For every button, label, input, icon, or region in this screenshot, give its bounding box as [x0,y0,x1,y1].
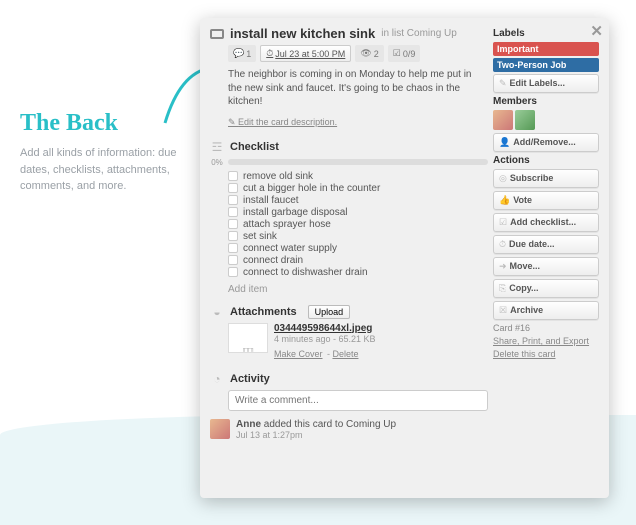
person-icon: 👤 [499,137,510,147]
card-title[interactable]: install new kitchen sink [230,26,375,41]
progress-bar [228,159,488,165]
attachment-icon: ◒ [210,305,224,319]
add-remove-members-button[interactable]: 👤Add/Remove... [493,133,599,152]
checklist-item-text: remove old sink [243,171,313,182]
comment-input[interactable] [228,390,488,411]
action-icon: ➜ [499,261,507,271]
actions-heading: Actions [493,155,599,166]
action-icon: 👍 [499,195,510,205]
checklist-item[interactable]: connect water supply [228,243,488,254]
due-date-badge[interactable]: ⏱ Jul 23 at 5:00 PM [260,45,351,62]
edit-description-link[interactable]: ✎ Edit the card description. [228,117,337,128]
action-vote[interactable]: 👍Vote [493,191,599,210]
card-id: Card #16 [493,323,599,333]
attachment-thumbnail[interactable]: ╓╥╖ [228,323,268,353]
make-cover-link[interactable]: Make Cover [274,349,323,359]
action-move[interactable]: ➜Move... [493,257,599,276]
activity-entry: Anne added this card to Coming Up [236,419,396,430]
member-avatar[interactable] [493,110,513,130]
checklist-item[interactable]: connect to dishwasher drain [228,267,488,278]
checkbox[interactable] [228,267,238,277]
checklist-item-text: connect water supply [243,243,337,254]
checklist-item[interactable]: install faucet [228,195,488,206]
comments-badge: 💬 1 [228,45,256,62]
checkbox[interactable] [228,219,238,229]
checkbox[interactable] [228,255,238,265]
checklist-item[interactable]: connect drain [228,255,488,266]
action-add-checklist[interactable]: ☑Add checklist... [493,213,599,232]
pencil-icon: ✎ [499,78,507,88]
upload-button[interactable]: Upload [308,305,351,319]
labels-heading: Labels [493,28,599,39]
action-icon: ⏱ [499,239,506,249]
checklist-item[interactable]: install garbage disposal [228,207,488,218]
checklist-icon: ☲ [210,140,224,154]
action-icon: ☒ [499,305,507,315]
progress-label: 0% [210,158,224,167]
checklist-item-text: install faucet [243,195,299,206]
card-description: The neighbor is coming in on Monday to h… [228,68,488,109]
share-link[interactable]: Share, Print, and Export [493,336,599,346]
checkbox[interactable] [228,243,238,253]
checklist-item[interactable]: remove old sink [228,171,488,182]
card-icon [210,29,224,39]
action-icon: ⎘ [499,283,506,293]
label-red[interactable]: Important [493,42,599,56]
checklist-badge: ☑ 0/9 [388,45,421,62]
callout-text: Add all kinds of information: due dates,… [20,145,185,195]
checklist-item-text: install garbage disposal [243,207,348,218]
checklist-item[interactable]: set sink [228,231,488,242]
avatar[interactable] [210,419,230,439]
checkbox[interactable] [228,183,238,193]
checklist-item-text: connect drain [243,255,303,266]
checklist-item-text: cut a bigger hole in the counter [243,183,380,194]
members-heading: Members [493,96,599,107]
add-checklist-item[interactable]: Add item [228,284,488,295]
checklist-title: Checklist [230,141,279,153]
attachment-meta: 4 minutes ago - 65.21 KB [274,334,376,344]
checkbox[interactable] [228,171,238,181]
checklist-item-text: set sink [243,231,277,242]
edit-labels-button[interactable]: ✎Edit Labels... [493,74,599,93]
votes-badge: 👁 2 [355,45,383,62]
checklist-item-text: attach sprayer hose [243,219,331,230]
activity-title: Activity [230,373,270,385]
action-subscribe[interactable]: ◎Subscribe [493,169,599,188]
checklist-item[interactable]: attach sprayer hose [228,219,488,230]
action-copy[interactable]: ⎘Copy... [493,279,599,298]
attachment-name[interactable]: 034449598644xl.jpeg [274,323,376,334]
card-back-modal: ✕ install new kitchen sink in list Comin… [200,18,609,498]
checklist-item-text: connect to dishwasher drain [243,267,368,278]
delete-card-link[interactable]: Delete this card [493,349,599,359]
action-due-date[interactable]: ⏱Due date... [493,235,599,254]
list-name: in list Coming Up [381,28,457,39]
label-blue[interactable]: Two-Person Job [493,58,599,72]
action-archive[interactable]: ☒Archive [493,301,599,320]
action-icon: ☑ [499,217,507,227]
delete-attachment-link[interactable]: Delete [332,349,358,359]
activity-time: Jul 13 at 1:27pm [236,430,396,440]
activity-icon: ◔ [210,372,224,386]
checklist-item[interactable]: cut a bigger hole in the counter [228,183,488,194]
action-icon: ◎ [499,173,507,183]
checkbox[interactable] [228,195,238,205]
checkbox[interactable] [228,207,238,217]
member-avatar[interactable] [515,110,535,130]
attachments-title: Attachments [230,306,297,318]
checkbox[interactable] [228,231,238,241]
close-icon[interactable]: ✕ [590,22,603,40]
